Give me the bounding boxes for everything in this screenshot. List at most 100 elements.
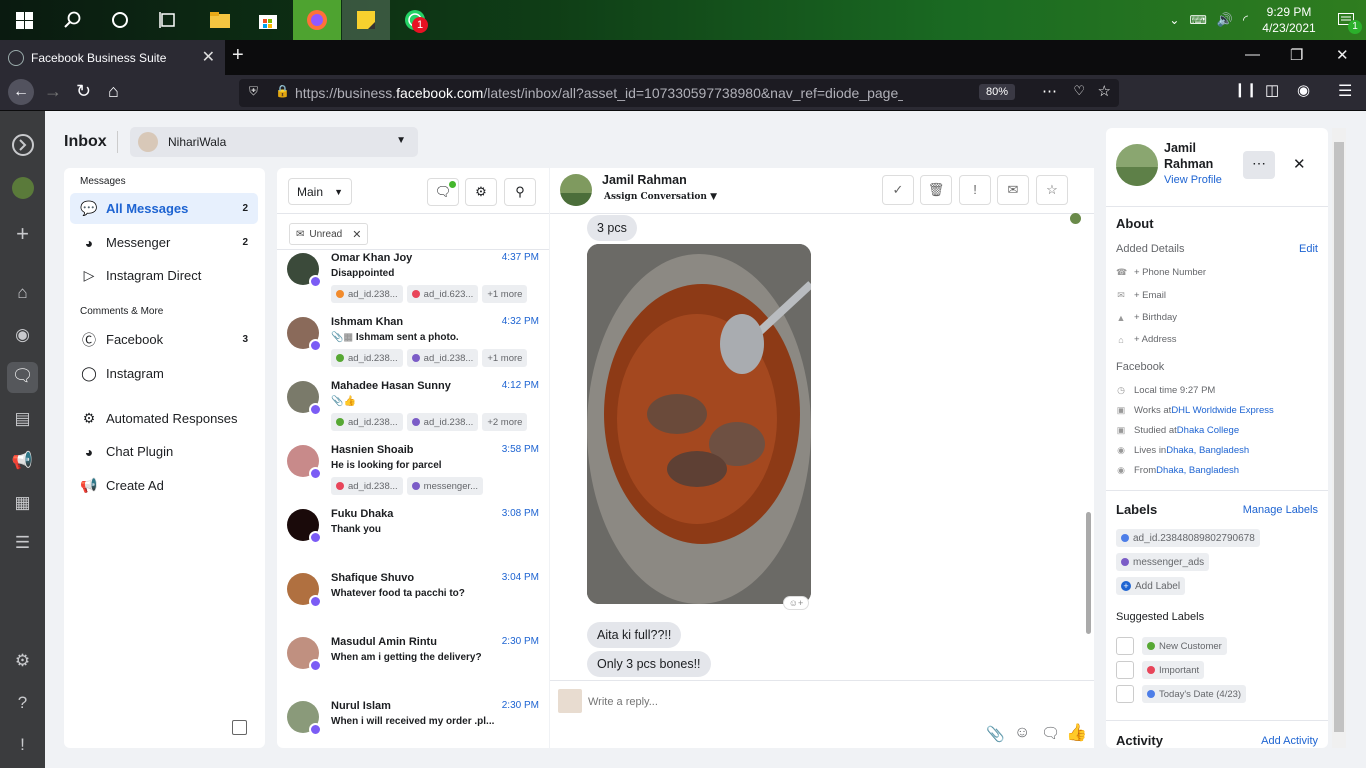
mark-unread-mail-icon[interactable]: ✉ xyxy=(997,175,1029,205)
reply-input[interactable] xyxy=(588,693,1068,711)
store-icon[interactable] xyxy=(244,0,292,40)
add-birthday-row[interactable]: ▲ + Birthday xyxy=(1116,312,1178,323)
label-tag[interactable]: ad_id.238... xyxy=(406,413,479,431)
page-selector[interactable]: NihariWala ▼ xyxy=(130,127,418,157)
label-chip[interactable]: messenger_ads xyxy=(1116,553,1210,571)
folder-dropdown[interactable]: Main ▼ xyxy=(288,178,352,205)
delete-trash-icon[interactable]: 🗑 xyxy=(920,175,952,205)
reload-icon[interactable]: ↻ xyxy=(76,81,91,102)
close-window-icon[interactable]: ✕ xyxy=(1336,46,1349,64)
shield-icon[interactable]: ⛨ xyxy=(249,84,258,99)
add-email-row[interactable]: ✉ + Email xyxy=(1116,290,1166,301)
menu-hamburger-icon[interactable]: ☰ xyxy=(1338,81,1352,101)
nav-item-messenger[interactable]: ◕ Messenger 2 xyxy=(70,227,258,258)
label-tag[interactable]: +2 more xyxy=(482,413,528,431)
conversation-row[interactable]: Masudul Amin Rintu 2:30 PM When am i getti… xyxy=(277,634,549,698)
search-icon[interactable] xyxy=(48,0,96,40)
mark-done-check-icon[interactable]: ✓ xyxy=(882,175,914,205)
conversation-row[interactable]: Fuku Dhaka 3:08 PM Thank you xyxy=(277,506,549,570)
file-explorer-icon[interactable] xyxy=(196,0,244,40)
library-icon[interactable]: ❙❙ xyxy=(1234,81,1257,98)
label-tag[interactable]: ad_id.238... xyxy=(331,477,403,495)
manage-labels-link[interactable]: Manage Labels xyxy=(1243,504,1318,516)
view-profile-link[interactable]: View Profile xyxy=(1164,174,1222,186)
conversation-row[interactable]: Nurul Islam 2:30 PM When i will received m… xyxy=(277,698,549,748)
help-icon[interactable]: ? xyxy=(0,693,45,713)
from-link[interactable]: Dhaka, Bangladesh xyxy=(1156,465,1239,476)
search-conversations-icon[interactable]: ⚲ xyxy=(504,178,536,206)
nav-item-facebook[interactable]: Ⓒ Facebook 3 xyxy=(70,324,258,355)
attach-paperclip-icon[interactable]: 📎 xyxy=(986,725,1005,743)
conversation-row[interactable]: Shafique Shuvo 3:04 PM Whatever food ta pa… xyxy=(277,570,549,634)
new-message-icon[interactable]: 🗨 xyxy=(427,178,459,206)
label-tag[interactable]: ad_id.238... xyxy=(331,413,403,431)
sidebar-toggle-icon[interactable]: ◫ xyxy=(1265,81,1279,99)
page-actions-icon[interactable]: ⋯ xyxy=(1042,82,1057,100)
home-rail-icon[interactable]: ⌂ xyxy=(0,283,45,303)
ads-rail-icon[interactable]: 📢 xyxy=(0,451,45,471)
message-photo[interactable] xyxy=(587,244,811,604)
show-hidden-icons-chevron-icon[interactable]: ⌄ xyxy=(1169,13,1179,27)
zoom-level[interactable]: 80% xyxy=(978,84,1015,100)
nav-item-automated-responses[interactable]: ⚙ Automated Responses xyxy=(70,403,258,434)
suggested-label-row[interactable]: Important xyxy=(1116,661,1205,679)
emoji-icon[interactable]: ☺ xyxy=(1014,724,1030,742)
cortana-icon[interactable] xyxy=(96,0,144,40)
label-tag[interactable]: messenger... xyxy=(406,477,484,495)
chat-scrollbar-thumb[interactable] xyxy=(1086,512,1091,634)
conversation-row[interactable]: Hasnien Shoaib 3:58 PM He is looking for p… xyxy=(277,442,549,506)
whatsapp-icon[interactable]: 1 xyxy=(391,0,439,40)
label-tag[interactable]: ad_id.238... xyxy=(406,349,479,367)
nav-item-instagram[interactable]: ◯ Instagram xyxy=(70,358,258,389)
nav-item-create-ad[interactable]: 📢 Create Ad xyxy=(70,470,258,501)
home-icon[interactable]: ⌂ xyxy=(108,81,119,102)
add-address-row[interactable]: ⌂ + Address xyxy=(1116,334,1176,345)
label-tag[interactable]: +1 more xyxy=(482,349,528,367)
report-problem-icon[interactable]: ! xyxy=(0,735,45,755)
label-checkbox[interactable] xyxy=(1116,661,1134,679)
contact-name[interactable]: Jamil Rahman xyxy=(602,173,687,187)
collapse-panel-icon[interactable] xyxy=(232,720,247,735)
star-icon[interactable]: ☆ xyxy=(1036,175,1068,205)
contact-avatar-large[interactable] xyxy=(1116,144,1158,186)
posts-rail-icon[interactable]: ▤ xyxy=(0,409,45,429)
url-bar[interactable]: ⛨ 🔒 https://business. facebook.com/latest… xyxy=(239,79,1119,107)
add-activity-link[interactable]: Add Activity xyxy=(1261,735,1318,747)
nav-item-instagram-direct[interactable]: ▷ Instagram Direct xyxy=(70,260,258,291)
label-tag[interactable]: +1 more xyxy=(482,285,528,303)
settings-gear-icon[interactable]: ⚙ xyxy=(0,651,45,671)
pocket-icon[interactable]: ♡ xyxy=(1073,83,1085,99)
edit-details-link[interactable]: Edit xyxy=(1299,243,1318,255)
lock-icon[interactable]: 🔒 xyxy=(275,84,290,98)
nav-item-chat-plugin[interactable]: ◕ Chat Plugin xyxy=(70,436,258,467)
suggested-label-row[interactable]: Today's Date (4/23) xyxy=(1116,685,1247,703)
label-chip[interactable]: ad_id.23848089802790678 xyxy=(1116,529,1260,547)
like-thumb-icon[interactable]: 👍 xyxy=(1066,723,1087,743)
restore-window-icon[interactable]: ❐ xyxy=(1290,46,1303,64)
add-reaction-icon[interactable]: ☺+ xyxy=(783,596,809,610)
contact-avatar[interactable] xyxy=(560,174,592,206)
windows-start-icon[interactable] xyxy=(0,0,48,40)
lives-link[interactable]: Dhaka, Bangladesh xyxy=(1166,445,1249,456)
business-suite-logo-icon[interactable] xyxy=(0,133,45,162)
notifications-rail-icon[interactable]: ◉ xyxy=(0,325,45,345)
wifi-icon[interactable]: ◜ xyxy=(1243,12,1248,28)
assign-conversation-dropdown[interactable]: Assign Conversation ▼ xyxy=(604,192,717,202)
saved-replies-icon[interactable]: 🗨 xyxy=(1041,724,1060,742)
firefox-taskbar-icon[interactable] xyxy=(293,0,341,40)
bookmark-star-icon[interactable]: ☆ xyxy=(1098,82,1111,100)
conversation-row[interactable]: Omar Khan Joy 4:37 PM Disappointed ad_id.23… xyxy=(277,250,549,314)
forward-icon[interactable]: → xyxy=(44,81,62,102)
suggested-label-row[interactable]: New Customer xyxy=(1116,637,1227,655)
label-checkbox[interactable] xyxy=(1116,685,1134,703)
remove-filter-icon[interactable]: ✕ xyxy=(352,228,361,241)
page-scrollbar[interactable] xyxy=(1332,128,1346,748)
account-icon[interactable]: ◉ xyxy=(1297,81,1310,99)
minimize-window-icon[interactable]: — xyxy=(1245,46,1260,63)
add-phone-row[interactable]: ☎ + Phone Number xyxy=(1116,267,1206,278)
add-label-button[interactable]: + Add Label xyxy=(1116,577,1186,595)
school-link[interactable]: Dhaka College xyxy=(1177,425,1239,436)
label-tag[interactable]: ad_id.623... xyxy=(406,285,479,303)
more-options-icon[interactable]: ⋯ xyxy=(1243,151,1275,179)
conversation-row[interactable]: Ishmam Khan 4:32 PM 📎▦ Ishmam sent a photo.… xyxy=(277,314,549,378)
